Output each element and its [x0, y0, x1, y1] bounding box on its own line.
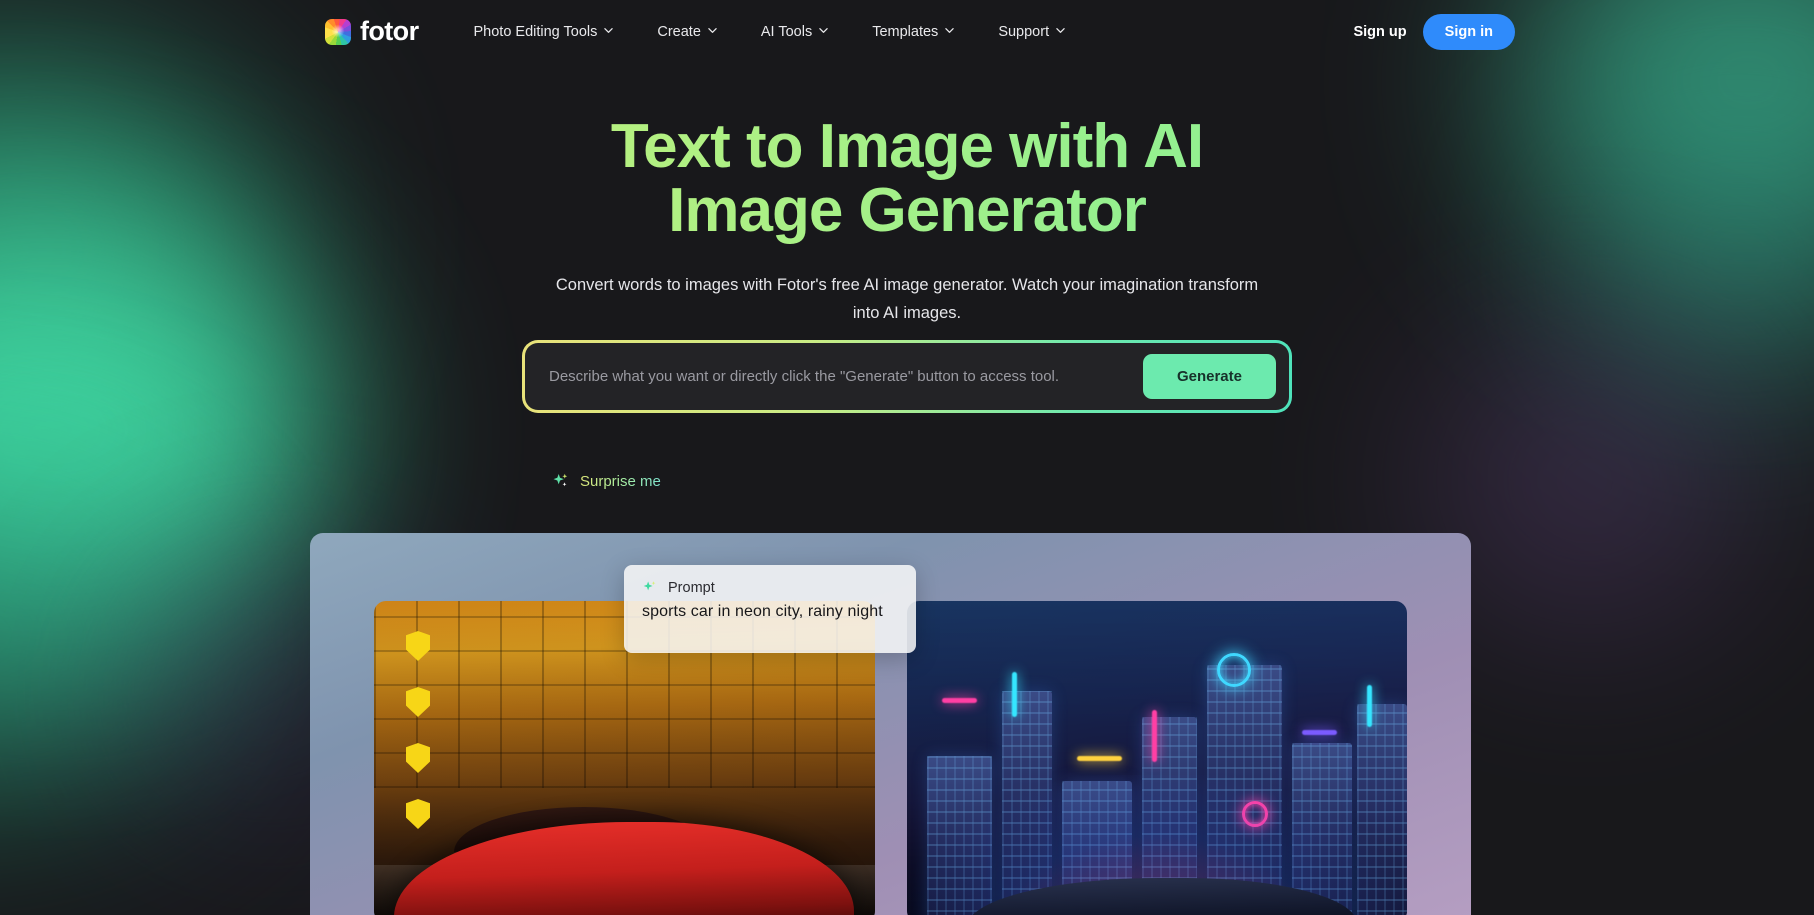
- page-title-line-1: Text to Image with AI: [610, 112, 1204, 181]
- generate-button[interactable]: Generate: [1142, 354, 1276, 399]
- surprise-me-label: Surprise me: [580, 472, 661, 490]
- chevron-down-icon: [945, 26, 955, 35]
- nav-item-label: Templates: [872, 23, 939, 40]
- nav-item-templates[interactable]: Templates: [850, 16, 976, 48]
- nav-item-ai-tools[interactable]: AI Tools: [739, 16, 850, 48]
- background-glow-left-bottom: [0, 470, 220, 800]
- sparkle-icon: [553, 473, 568, 487]
- page-title: Text to Image with AI Image Generator: [0, 115, 1814, 244]
- brand-logo-link[interactable]: fotor: [325, 16, 419, 46]
- neon-sign: [1301, 729, 1337, 735]
- prompt-input[interactable]: [525, 358, 1129, 395]
- sign-up-link[interactable]: Sign up: [1353, 24, 1406, 40]
- prompt-bar: Generate: [522, 340, 1292, 413]
- main-nav: Photo Editing Tools Create AI Tools Temp…: [451, 16, 1087, 48]
- neon-sign: [1011, 671, 1017, 717]
- nav-item-photo-editing-tools[interactable]: Photo Editing Tools: [451, 16, 635, 48]
- chevron-down-icon: [708, 26, 717, 35]
- fotor-colorwheel-icon: [325, 18, 351, 45]
- chevron-down-icon: [604, 26, 614, 35]
- nav-item-create[interactable]: Create: [635, 16, 739, 48]
- sparkle-icon: [643, 581, 656, 591]
- nav-item-label: Photo Editing Tools: [473, 23, 598, 40]
- neon-sign: [1366, 684, 1372, 727]
- background-glow-right-pink: [1424, 330, 1754, 630]
- page-title-line-2: Image Generator: [668, 176, 1146, 246]
- page-root: fotor Photo Editing Tools Create AI Tool…: [0, 0, 1814, 915]
- showcase-prompt-card: Prompt sports car in neon city, rainy ni…: [624, 565, 916, 653]
- ferrari-shield-icon: [406, 799, 430, 829]
- showcase-prompt-label: Prompt: [668, 579, 715, 596]
- header-actions: Sign up Sign in: [1353, 13, 1515, 50]
- nav-item-label: AI Tools: [760, 23, 813, 40]
- nav-item-label: Create: [657, 23, 701, 40]
- neon-sign: [1076, 755, 1122, 761]
- showcase-image-neon-city[interactable]: [906, 601, 1407, 915]
- neon-sign: [1151, 710, 1157, 762]
- chevron-down-icon: [1056, 26, 1065, 35]
- hero-subtitle: Convert words to images with Fotor's fre…: [555, 275, 1259, 322]
- nav-item-label: Support: [998, 23, 1050, 40]
- nav-item-support[interactable]: Support: [976, 16, 1087, 48]
- surprise-me-link[interactable]: Surprise me: [552, 472, 661, 490]
- brand-name: fotor: [360, 16, 419, 46]
- sign-in-button[interactable]: Sign in: [1422, 13, 1515, 50]
- showcase-prompt-text: sports car in neon city, rainy night: [642, 603, 883, 620]
- neon-sign: [941, 697, 977, 703]
- showcase-prompt-header: Prompt: [642, 579, 898, 596]
- neon-ring-sign: [1216, 652, 1251, 687]
- site-header: fotor Photo Editing Tools Create AI Tool…: [0, 0, 1814, 63]
- prompt-bar-inner: Generate: [525, 343, 1289, 410]
- chevron-down-icon: [819, 26, 828, 35]
